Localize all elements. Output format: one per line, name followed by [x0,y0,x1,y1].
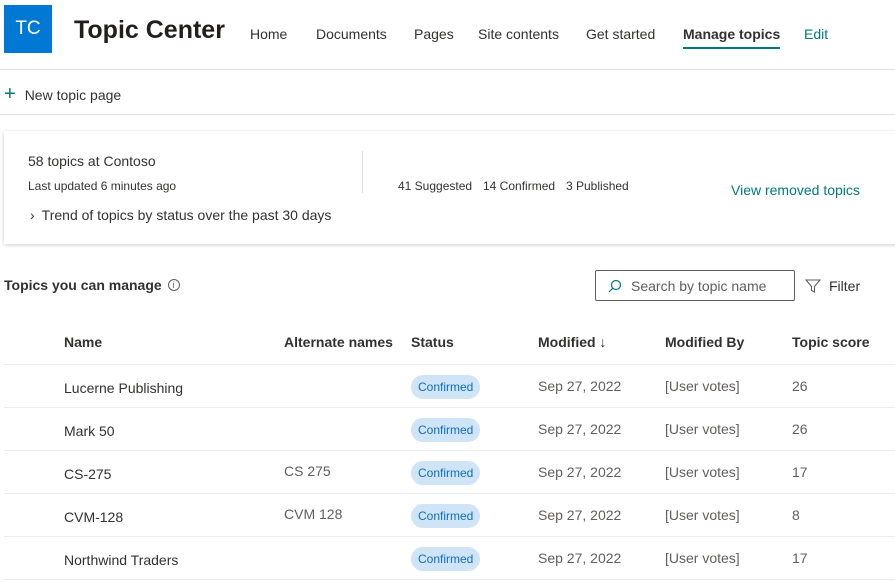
topic-score: 17 [792,550,808,566]
topic-name[interactable]: Lucerne Publishing [64,380,183,396]
nav-pages[interactable]: Pages [414,26,454,42]
search-icon [608,279,622,292]
status-badge: Confirmed [411,375,481,399]
new-topic-label: New topic page [24,86,122,103]
search-placeholder: Search by topic name [631,277,767,294]
nav-site-contents[interactable]: Site contents [478,26,559,42]
filter-label: Filter [829,278,861,294]
divider [0,114,895,115]
nav-documents[interactable]: Documents [316,26,387,42]
published-count: 3 Published [566,179,629,193]
topic-count: 58 topics at Contoso [28,153,156,169]
table-row[interactable]: Mark 50 Confirmed Sep 27, 2022 [User vot… [4,408,895,451]
info-icon[interactable]: i [167,279,180,291]
modified-by: [User votes] [665,507,740,523]
modified-date: Sep 27, 2022 [538,421,622,437]
column-header-alternate-names[interactable]: Alternate names [284,334,393,350]
nav-home[interactable]: Home [250,26,287,42]
column-header-modified[interactable]: Modified ↓ [538,334,606,350]
modified-date: Sep 27, 2022 [538,507,622,523]
status-badge: Confirmed [411,504,481,528]
status-badge: Confirmed [411,418,481,442]
chevron-right-icon: › [30,207,35,223]
topic-score: 26 [792,421,808,437]
modified-date: Sep 27, 2022 [538,464,622,480]
topic-score: 26 [792,378,808,394]
summary-card: 58 topics at Contoso Last updated 6 minu… [4,131,895,244]
trend-toggle[interactable]: › Trend of topics by status over the pas… [30,207,331,223]
status-badge: Confirmed [411,547,481,571]
modified-by: [User votes] [665,464,740,480]
topic-name[interactable]: CS-275 [64,466,111,482]
modified-by: [User votes] [665,421,740,437]
site-title[interactable]: Topic Center [74,16,225,45]
modified-date: Sep 27, 2022 [538,550,622,566]
modified-date: Sep 27, 2022 [538,378,622,394]
new-topic-page-button[interactable]: + New topic page [4,83,121,106]
topic-name[interactable]: Mark 50 [64,423,115,439]
topic-name[interactable]: CVM-128 [64,509,123,525]
status-badge: Confirmed [411,461,481,485]
alternate-name: CS 275 [284,463,331,479]
table-row[interactable]: Northwind Traders Confirmed Sep 27, 2022… [4,537,895,580]
list-heading: Topics you can manage i [4,277,180,293]
list-heading-text: Topics you can manage [4,277,162,293]
modified-by: [User votes] [665,550,740,566]
confirmed-count: 14 Confirmed [483,179,556,193]
table-row[interactable]: CS-275 CS 275 Confirmed Sep 27, 2022 [Us… [4,451,895,494]
nav-manage-topics[interactable]: Manage topics [683,26,781,49]
column-header-status[interactable]: Status [411,334,454,350]
search-input[interactable]: Search by topic name [595,270,795,301]
table-row[interactable]: Lucerne Publishing Confirmed Sep 27, 202… [4,365,895,408]
divider [362,151,363,193]
filter-icon [805,279,821,293]
divider [0,69,895,70]
trend-label: Trend of topics by status over the past … [41,207,332,223]
view-removed-topics-link[interactable]: View removed topics [731,182,860,198]
nav-get-started[interactable]: Get started [586,26,655,42]
modified-by: [User votes] [665,378,740,394]
topic-name[interactable]: Northwind Traders [64,552,178,568]
table-row[interactable]: CVM-128 CVM 128 Confirmed Sep 27, 2022 [… [4,494,895,537]
topic-score: 17 [792,464,808,480]
filter-button[interactable]: Filter [805,278,860,294]
column-header-name[interactable]: Name [64,334,102,350]
nav-edit[interactable]: Edit [804,26,828,42]
plus-icon: + [4,83,16,105]
alternate-name: CVM 128 [284,506,343,522]
topic-score: 8 [792,507,800,523]
site-logo[interactable]: TC [4,5,52,53]
column-header-topic-score[interactable]: Topic score [792,334,870,350]
column-header-modified-by[interactable]: Modified By [665,334,744,350]
suggested-count: 41 Suggested [398,179,473,193]
last-updated: Last updated 6 minutes ago [28,179,177,193]
